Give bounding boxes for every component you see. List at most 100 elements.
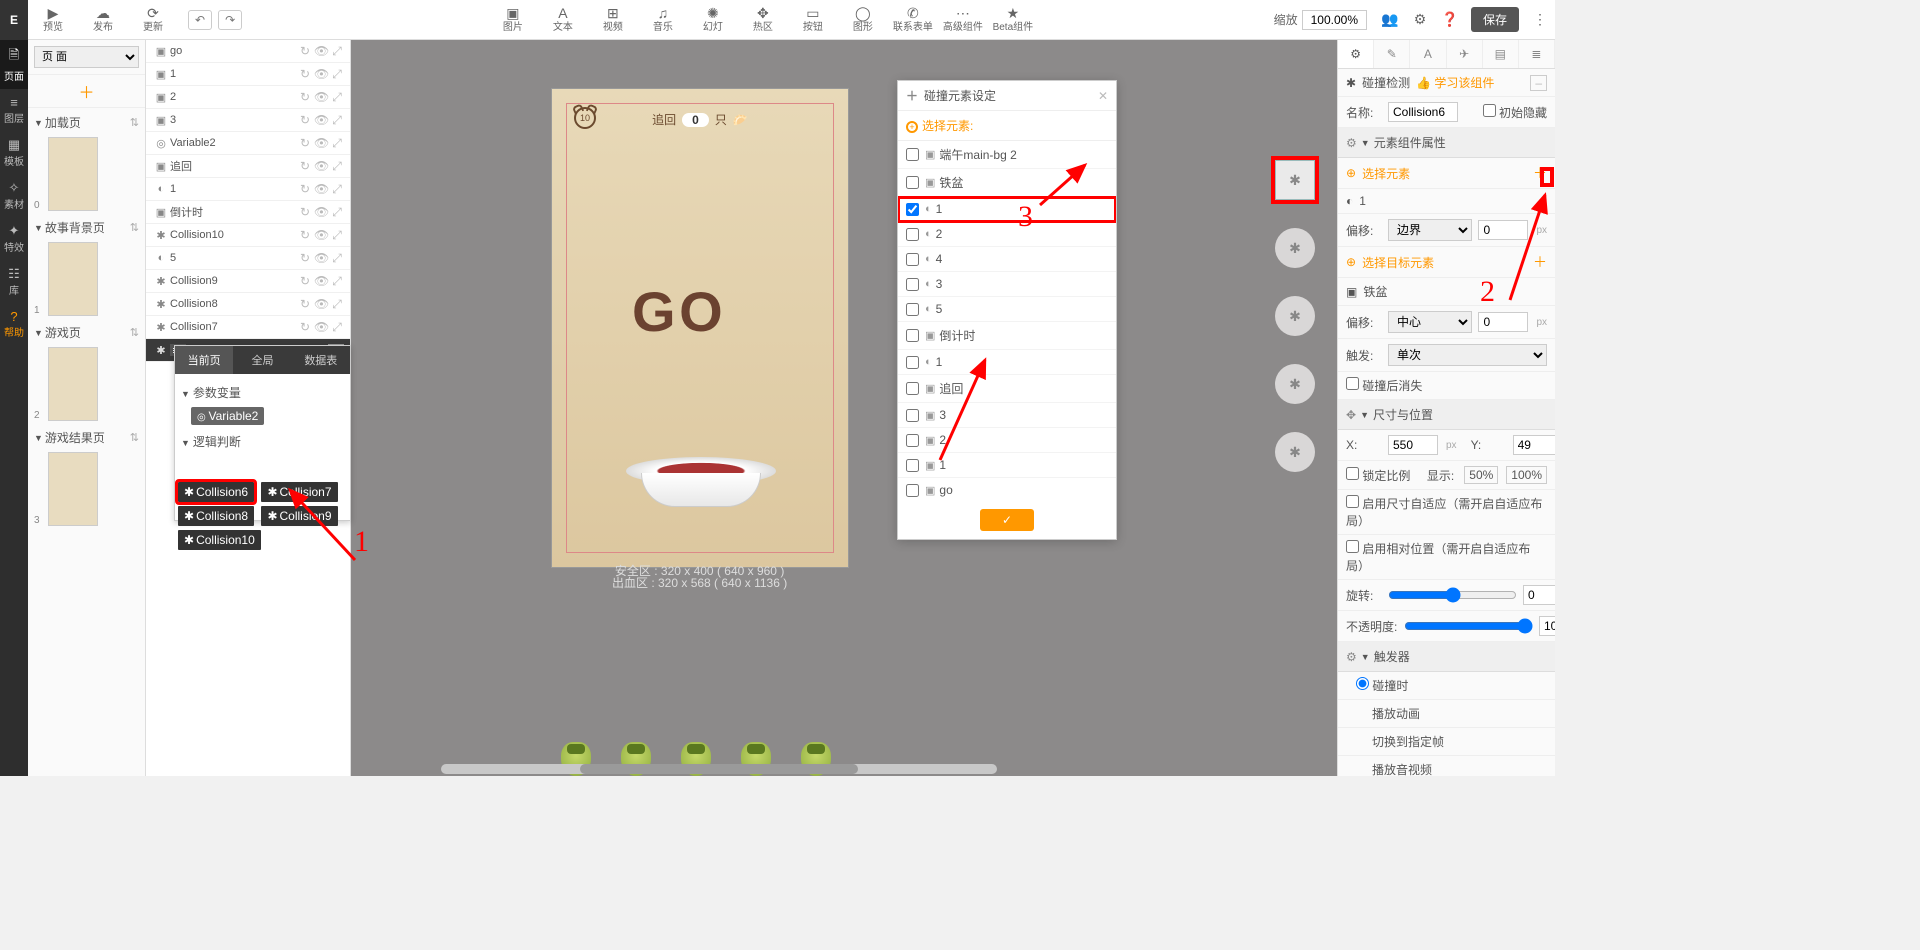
popup-item[interactable]: ▣端午main-bg 2 [898, 141, 1116, 169]
popup-item-checkbox[interactable] [906, 228, 919, 241]
learn-link[interactable]: 👍 学习该组件 [1416, 74, 1494, 91]
save-button[interactable]: 保存 [1471, 7, 1519, 32]
prop-tab-style[interactable]: ✎ [1374, 40, 1410, 68]
section-variables[interactable]: ▼参数变量 [181, 380, 344, 405]
layer-row[interactable]: ◐1↻👁⤢ [146, 178, 350, 201]
visibility-icon[interactable]: 👁 [314, 159, 328, 174]
rotate-icon[interactable]: ↻ [298, 182, 312, 197]
redo-button[interactable]: ↷ [218, 10, 242, 30]
visibility-icon[interactable]: 👁 [314, 90, 328, 105]
page-section-header[interactable]: ▼游戏页⇅ [34, 322, 139, 343]
visibility-icon[interactable]: 👁 [314, 136, 328, 151]
stage[interactable]: 10 追回 0 只 🥟 G O 安全区 : 320 x 400 ( 640 x … [551, 88, 849, 568]
rail-fx[interactable]: ✦特效 [0, 217, 28, 260]
popup-item[interactable]: ▣2 [898, 428, 1116, 453]
popup-item-checkbox[interactable] [906, 434, 919, 447]
prop-tab-text[interactable]: A [1410, 40, 1446, 68]
rail-page[interactable]: 🗎页面 [0, 40, 28, 89]
auto-pos-checkbox[interactable] [1346, 540, 1359, 553]
tab-current-page[interactable]: 当前页 [175, 346, 233, 374]
popup-item-checkbox[interactable] [906, 148, 919, 161]
layer-row[interactable]: ◎Variable2↻👁⤢ [146, 132, 350, 155]
popup-item-checkbox[interactable] [906, 278, 919, 291]
popup-item-checkbox[interactable] [906, 409, 919, 422]
lock-icon[interactable]: ⤢ [330, 136, 344, 151]
collision-icon-2[interactable]: ✱ [1275, 228, 1315, 268]
offset-value-input[interactable] [1478, 220, 1528, 240]
page-section-header[interactable]: ▼游戏结果页⇅ [34, 427, 139, 448]
popup-item-checkbox[interactable] [906, 176, 919, 189]
layer-row[interactable]: ▣1↻👁⤢ [146, 63, 350, 86]
insert-beta[interactable]: ★Beta组件 [988, 0, 1038, 40]
lock-icon[interactable]: ⤢ [330, 113, 344, 128]
chip-collision7[interactable]: ✱Collision7 [261, 482, 337, 502]
page-type-select[interactable]: 页 面 [34, 46, 139, 68]
popup-item[interactable]: ▣追回 [898, 375, 1116, 403]
lock-icon[interactable]: ⤢ [330, 297, 344, 312]
lock-icon[interactable]: ⤢ [330, 67, 344, 82]
insert-video[interactable]: ⊞视频 [588, 0, 638, 40]
insert-form[interactable]: ✆联系表单 [888, 0, 938, 40]
offset2-value-input[interactable] [1478, 312, 1528, 332]
trigger-select[interactable]: 单次 [1388, 344, 1547, 366]
page-section-header[interactable]: ▼加载页⇅ [34, 112, 139, 133]
help-icon[interactable]: ❓ [1435, 11, 1465, 28]
visibility-icon[interactable]: 👁 [314, 44, 328, 59]
popup-item[interactable]: ▣铁盆 [898, 169, 1116, 197]
more-icon[interactable]: ⋮ [1525, 11, 1555, 28]
users-icon[interactable]: 👥 [1375, 11, 1405, 28]
popup-item-checkbox[interactable] [906, 484, 919, 497]
insert-button[interactable]: ▭按钮 [788, 0, 838, 40]
popup-item[interactable]: ▣1 [898, 453, 1116, 478]
rotate-slider[interactable] [1388, 587, 1517, 603]
rotate-icon[interactable]: ↻ [298, 228, 312, 243]
lock-ratio-checkbox[interactable] [1346, 467, 1359, 480]
lock-icon[interactable]: ⤢ [330, 274, 344, 289]
popup-item-checkbox[interactable] [906, 303, 919, 316]
rotate-icon[interactable]: ↻ [298, 136, 312, 151]
layer-row[interactable]: ◐5↻👁⤢ [146, 247, 350, 270]
insert-hotspot[interactable]: ✥热区 [738, 0, 788, 40]
page-thumbnail[interactable]: 3 [34, 452, 139, 526]
lock-icon[interactable]: ⤢ [330, 251, 344, 266]
insert-music[interactable]: ♫音乐 [638, 0, 688, 40]
layer-row[interactable]: ✱Collision7↻👁⤢ [146, 316, 350, 339]
prop-tab-settings[interactable]: ⚙ [1338, 40, 1374, 68]
collision-icon-3[interactable]: ✱ [1275, 296, 1315, 336]
x-input[interactable] [1388, 435, 1438, 455]
prop-tab-action[interactable]: ✈ [1447, 40, 1483, 68]
popup-item-checkbox[interactable] [906, 253, 919, 266]
visibility-icon[interactable]: 👁 [314, 205, 328, 220]
page-thumbnail[interactable]: 2 [34, 347, 139, 421]
lock-icon[interactable]: ⤢ [330, 90, 344, 105]
layer-row[interactable]: ▣3↻👁⤢ [146, 109, 350, 132]
popup-item-checkbox[interactable] [906, 356, 919, 369]
visibility-icon[interactable]: 👁 [314, 67, 328, 82]
rail-asset[interactable]: ✧素材 [0, 174, 28, 217]
popup-item-checkbox[interactable] [906, 382, 919, 395]
popup-item[interactable]: ◐2 [898, 222, 1116, 247]
collision-icon-4[interactable]: ✱ [1275, 364, 1315, 404]
insert-shape[interactable]: ◯图形 [838, 0, 888, 40]
add-target-button[interactable]: ＋ [1533, 252, 1547, 272]
visibility-icon[interactable]: 👁 [314, 113, 328, 128]
insert-image[interactable]: ▣图片 [488, 0, 538, 40]
collision-icon-1[interactable]: ✱ [1275, 160, 1315, 200]
rotate-icon[interactable]: ↻ [298, 251, 312, 266]
rail-template[interactable]: ▦模板 [0, 131, 28, 174]
page-section-header[interactable]: ▼故事背景页⇅ [34, 217, 139, 238]
opacity-slider[interactable] [1404, 618, 1533, 634]
zoom-value[interactable]: 100.00% [1302, 10, 1367, 30]
popup-item[interactable]: ▣go [898, 478, 1116, 501]
popup-confirm[interactable]: ✓ [980, 509, 1034, 531]
settings-icon[interactable]: ⚙ [1405, 11, 1435, 28]
insert-slide[interactable]: ✺幻灯 [688, 0, 738, 40]
rotate-icon[interactable]: ↻ [298, 44, 312, 59]
rotate-icon[interactable]: ↻ [298, 297, 312, 312]
rail-help[interactable]: ?帮助 [0, 303, 28, 345]
page-thumbnail[interactable]: 0 [34, 137, 139, 211]
collapse-button[interactable]: – [1530, 75, 1547, 91]
popup-item[interactable]: ◐5 [898, 297, 1116, 322]
publish-button[interactable]: ☁发布 [78, 0, 128, 40]
zoom-50-button[interactable]: 50% [1464, 466, 1498, 484]
